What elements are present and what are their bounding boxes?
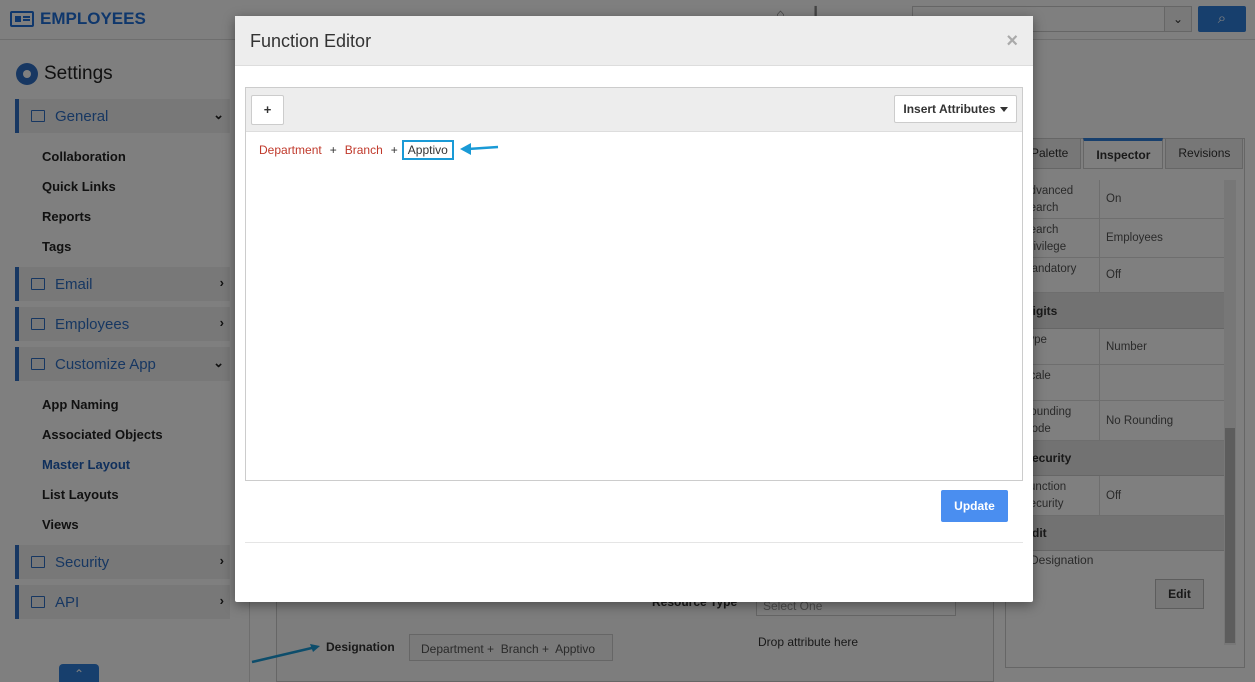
literal-token-apptivo[interactable]: Apptivo (401, 140, 454, 160)
close-icon[interactable]: × (1006, 30, 1018, 53)
function-editor: + Insert Attributes Department + Branch … (245, 87, 1023, 481)
attribute-token-department[interactable]: Department (259, 143, 322, 157)
editor-toolbar: + Insert Attributes (246, 88, 1022, 132)
caret-down-icon (999, 106, 1008, 112)
insert-attributes-label: Insert Attributes (903, 102, 996, 116)
update-button[interactable]: Update (941, 490, 1008, 522)
add-operator-button[interactable]: + (251, 95, 284, 125)
annotation-arrow-icon (460, 143, 499, 155)
operator-token[interactable]: + (330, 143, 337, 157)
insert-attributes-button[interactable]: Insert Attributes (894, 95, 1017, 123)
modal-header: Function Editor × (235, 16, 1033, 66)
operator-token[interactable]: + (391, 143, 398, 157)
function-editor-modal: Function Editor × + Insert Attributes De… (235, 16, 1033, 602)
modal-divider (245, 542, 1023, 543)
attribute-token-branch[interactable]: Branch (345, 143, 383, 157)
modal-title: Function Editor (250, 31, 372, 51)
function-expression[interactable]: Department + Branch + Apptivo (259, 140, 454, 160)
